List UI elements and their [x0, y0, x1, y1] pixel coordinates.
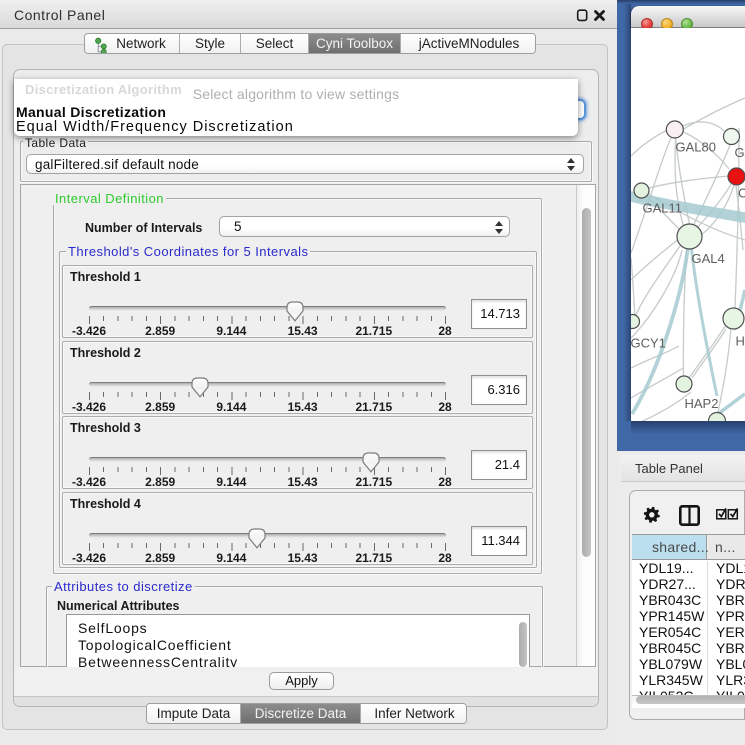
svg-text:HAP2: HAP2 — [685, 396, 719, 411]
svg-text:GCY1: GCY1 — [631, 336, 666, 351]
svg-text:GAL4: GAL4 — [692, 251, 725, 266]
svg-text:GAL11: GAL11 — [643, 201, 683, 216]
svg-text:GA: GA — [735, 145, 745, 160]
svg-text:GAL80: GAL80 — [676, 140, 716, 155]
svg-text:C: C — [738, 186, 745, 201]
svg-text:H: H — [736, 334, 745, 349]
